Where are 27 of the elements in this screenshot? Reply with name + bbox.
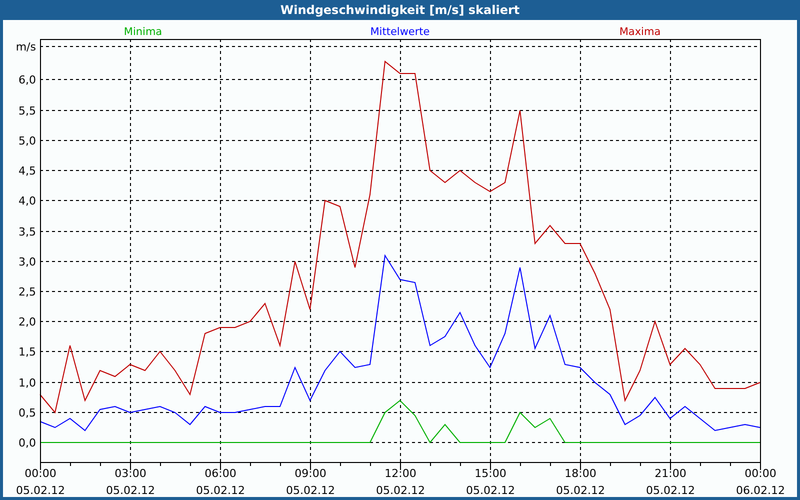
x-tick-label: 03:00 05.02.12: [106, 467, 155, 497]
y-tick-label: 6,0: [18, 74, 36, 86]
y-tick-label: 0,0: [18, 436, 36, 450]
y-tick-label: 5,5: [18, 104, 36, 118]
y-tick-label: 1,5: [18, 346, 36, 358]
x-tick-label: 00:00 05.02.12: [16, 467, 65, 497]
y-axis-label: m/s: [16, 40, 36, 54]
y-tick-label: 1,0: [18, 376, 36, 390]
x-tick-label: 21:00 05.02.12: [646, 467, 695, 497]
y-tick-label: 4,0: [18, 194, 36, 208]
legend-label: Maxima: [619, 26, 661, 38]
legend-label: Mittelwerte: [370, 26, 430, 38]
y-tick-label: 2,5: [18, 286, 36, 298]
y-tick-label: 0,5: [18, 406, 36, 420]
y-tick-label: 5,0: [18, 134, 36, 148]
y-tick-label: 3,5: [18, 226, 36, 238]
x-tick-label: 18:00 05.02.12: [556, 467, 605, 497]
legend-label: Minima: [124, 26, 162, 38]
y-tick-label: 2,0: [18, 316, 36, 328]
x-tick-label: 12:00 05.02.12: [376, 467, 425, 497]
x-tick-label: 00:00 06.02.12: [736, 467, 785, 497]
window-title: Windgeschwindigkeit [m/s] skaliert: [0, 0, 800, 20]
x-tick-label: 09:00 05.02.12: [286, 467, 335, 497]
x-tick-label: 15:00 05.02.12: [466, 467, 515, 497]
x-tick-label: 06:00 05.02.12: [196, 467, 245, 497]
y-tick-label: 3,0: [18, 256, 36, 268]
y-tick-label: 4,5: [18, 164, 36, 178]
